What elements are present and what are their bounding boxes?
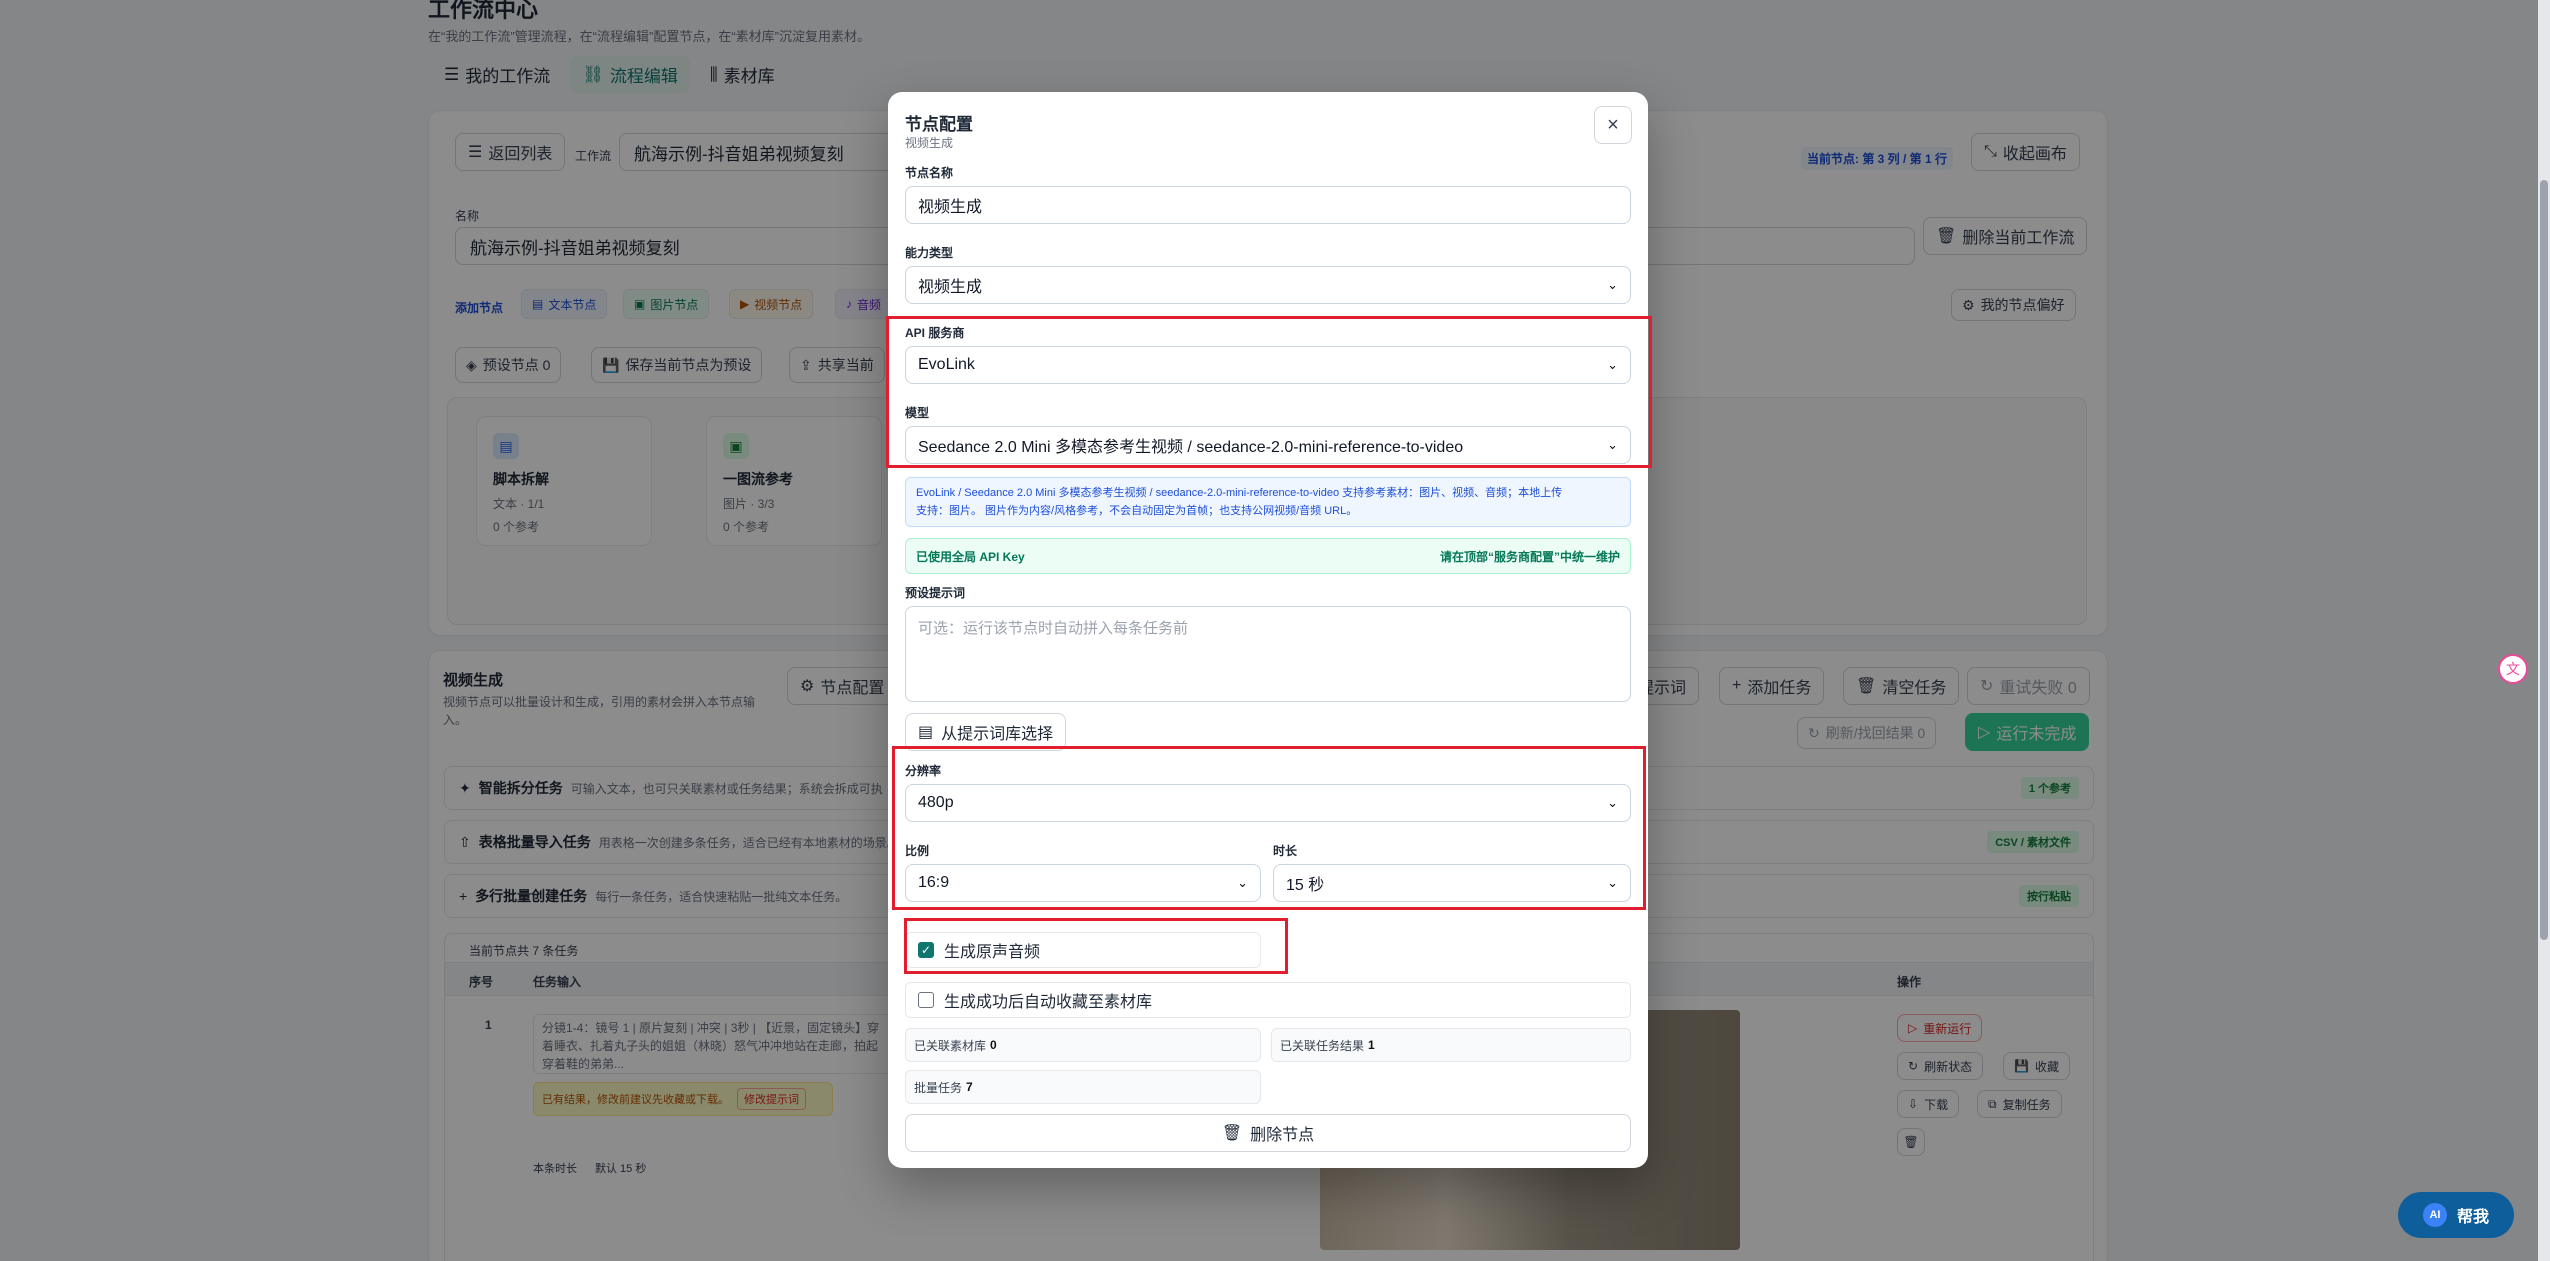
doc-icon: ▤ <box>918 724 934 741</box>
chevron-down-icon: ⌄ <box>1607 357 1618 372</box>
prompt-library-button[interactable]: ▤ 从提示词库选择 <box>905 713 1067 751</box>
translate-icon[interactable]: 文 <box>2498 654 2528 684</box>
modal-title: 节点配置 <box>905 115 973 134</box>
chevron-down-icon: ⌄ <box>1237 875 1248 890</box>
auto-collect-toggle[interactable]: 生成成功后自动收藏至素材库 <box>905 982 1631 1018</box>
ratio-select[interactable]: 16:9 ⌄ <box>905 864 1261 902</box>
resolution-select[interactable]: 480p ⌄ <box>905 784 1631 822</box>
resolution-label: 分辨率 <box>905 764 942 778</box>
model-info: EvoLink / Seedance 2.0 Mini 多模态参考生视频 / s… <box>905 477 1631 527</box>
preset-prompt-textarea[interactable]: 可选：运行该节点时自动拼入每条任务前 <box>905 606 1631 702</box>
ratio-label: 比例 <box>905 844 930 858</box>
capability-label: 能力类型 <box>905 246 954 260</box>
chevron-down-icon: ⌄ <box>1607 437 1618 452</box>
batch-tasks-stat: 批量任务 7 <box>905 1070 1261 1104</box>
node-config-modal: 节点配置 视频生成 × 节点名称 视频生成 能力类型 视频生成 ⌄ API 服务商… <box>886 92 1652 1168</box>
close-icon[interactable]: × <box>1594 106 1632 144</box>
scrollbar-thumb[interactable] <box>2540 180 2548 940</box>
ai-help-button[interactable]: AI 帮我 <box>2398 1192 2514 1238</box>
chevron-down-icon: ⌄ <box>1607 277 1618 292</box>
chevron-down-icon: ⌄ <box>1607 875 1618 890</box>
checkbox-checked-icon[interactable]: ✓ <box>918 942 934 958</box>
model-label: 模型 <box>905 406 930 420</box>
capability-select[interactable]: 视频生成 ⌄ <box>905 266 1631 304</box>
api-key-status: 已使用全局 API Key 请在顶部“服务商配置”中统一维护 <box>905 538 1631 574</box>
preset-prompt-label: 预设提示词 <box>905 586 966 600</box>
gen-audio-toggle[interactable]: ✓ 生成原声音频 <box>905 932 1261 968</box>
modal-subtitle: 视频生成 <box>905 136 954 150</box>
provider-select[interactable]: EvoLink ⌄ <box>905 346 1631 384</box>
duration-select[interactable]: 15 秒 ⌄ <box>1273 864 1631 902</box>
trash-icon: 🗑 <box>1221 1125 1243 1142</box>
node-name-input[interactable]: 视频生成 <box>905 186 1631 224</box>
delete-node-button[interactable]: 🗑 删除节点 <box>905 1114 1631 1152</box>
linked-tasks-stat: 已关联任务结果 1 <box>1271 1028 1631 1062</box>
duration-label: 时长 <box>1273 844 1298 858</box>
checkbox-icon[interactable] <box>918 992 934 1008</box>
ai-icon: AI <box>2422 1203 2447 1227</box>
node-name-label: 节点名称 <box>905 166 954 180</box>
model-select[interactable]: Seedance 2.0 Mini 多模态参考生视频 / seedance-2.… <box>905 426 1631 464</box>
linked-materials-stat: 已关联素材库 0 <box>905 1028 1261 1062</box>
chevron-down-icon: ⌄ <box>1607 795 1618 810</box>
provider-label: API 服务商 <box>905 326 965 340</box>
page-scrollbar[interactable] <box>2538 0 2550 1261</box>
